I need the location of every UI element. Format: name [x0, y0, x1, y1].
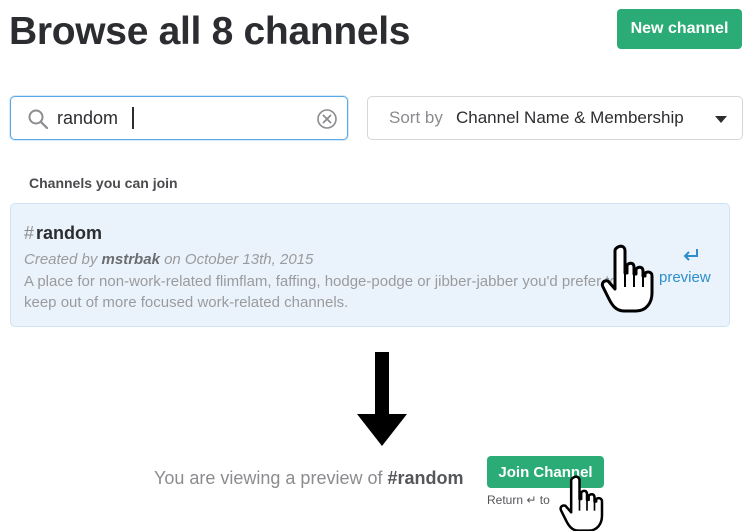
- channel-meta: Created by mstrbak on October 13th, 2015: [24, 251, 313, 268]
- section-heading: Channels you can join: [29, 175, 178, 191]
- search-box[interactable]: [10, 96, 348, 140]
- sort-dropdown[interactable]: Sort by Channel Name & Membership: [367, 96, 743, 140]
- return-hint: Return ↵ to: [487, 493, 550, 507]
- preview-link[interactable]: preview: [659, 269, 711, 286]
- created-prefix: Created by: [24, 251, 98, 268]
- channel-name-text: random: [36, 223, 103, 243]
- preview-notice-text: You are viewing a preview of: [154, 468, 383, 488]
- hand-cursor-icon: [559, 475, 604, 531]
- sort-label: Sort by: [389, 108, 443, 127]
- channel-creator: mstrbak: [101, 251, 160, 268]
- channel-description: A place for non-work-related flimflam, f…: [24, 273, 618, 311]
- hand-cursor-icon: [600, 244, 654, 313]
- preview-notice: You are viewing a preview of #random: [154, 468, 464, 489]
- search-icon: [28, 109, 49, 130]
- page-title: Browse all 8 channels: [9, 10, 411, 53]
- channel-hash: #: [24, 223, 35, 243]
- channel-name: # random: [24, 223, 102, 244]
- chevron-down-icon: [715, 116, 727, 123]
- sort-value: Channel Name & Membership: [456, 108, 684, 127]
- search-input[interactable]: [57, 105, 307, 131]
- clear-icon[interactable]: [316, 108, 338, 130]
- new-channel-button[interactable]: New channel: [617, 9, 742, 49]
- return-arrow-icon[interactable]: [681, 247, 701, 263]
- down-arrow-icon: [357, 352, 407, 446]
- created-suffix: on October 13th, 2015: [164, 251, 314, 268]
- text-caret: [132, 107, 134, 129]
- preview-channel-ref: #random: [387, 468, 464, 488]
